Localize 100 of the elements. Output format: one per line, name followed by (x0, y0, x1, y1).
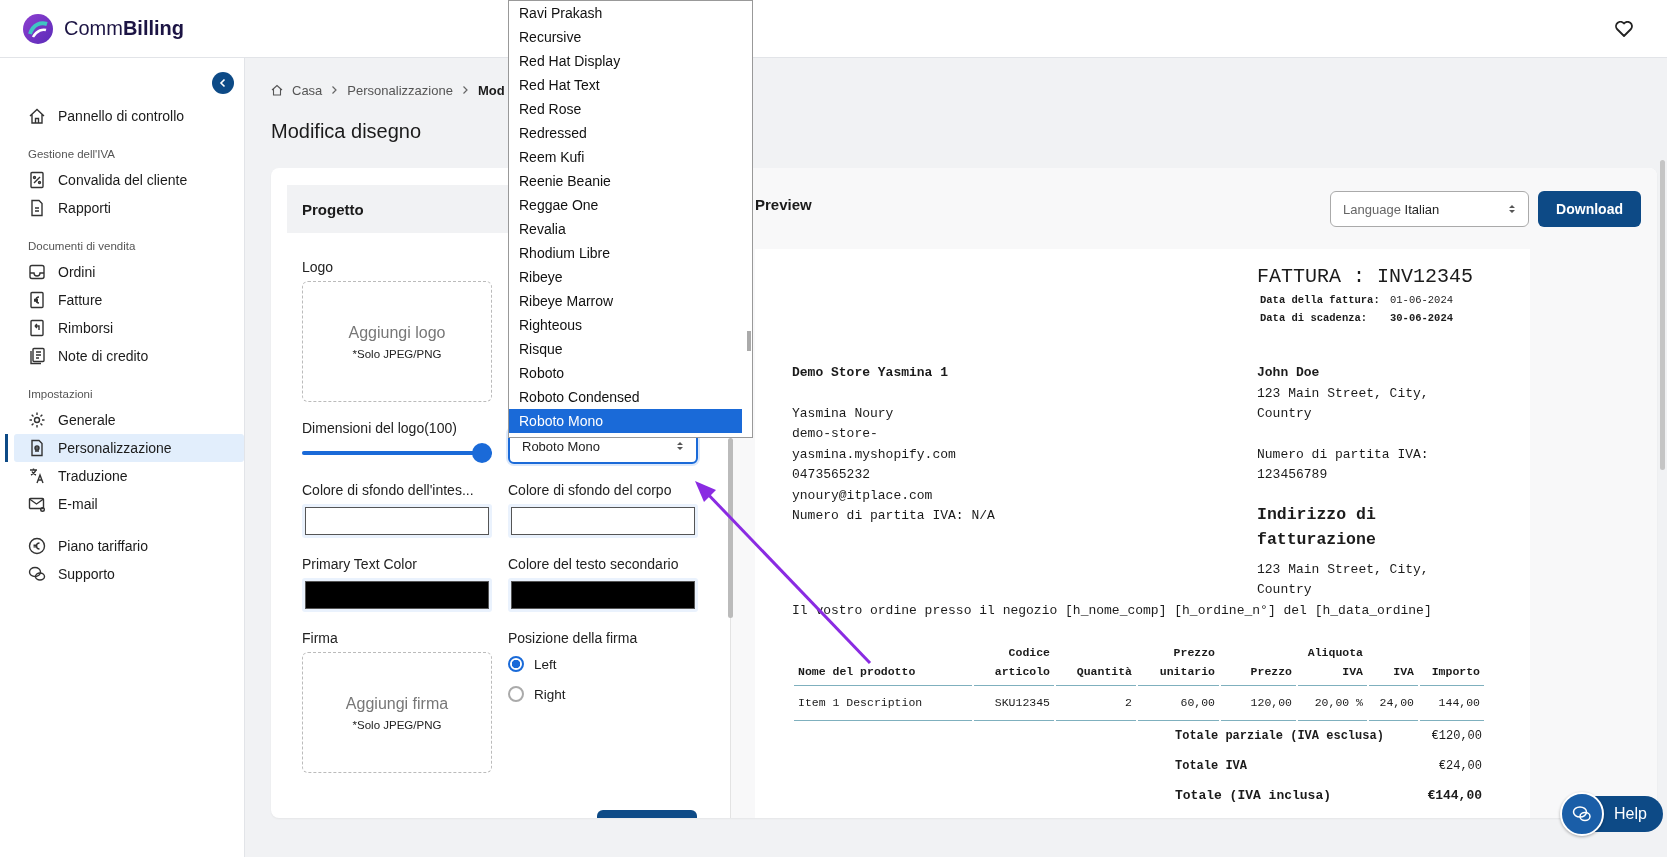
dropdown-option[interactable]: Red Hat Display (509, 49, 742, 73)
field-label: Colore del testo secondario (508, 556, 680, 572)
chevron-left-icon (218, 78, 228, 88)
date-value: 01-06-2024 (1390, 293, 1453, 308)
section-title: Gestione dell'IVA (27, 147, 116, 162)
breadcrumb-link[interactable]: Personalizzazione (347, 82, 453, 98)
mail-icon (28, 495, 46, 513)
column-header: Nome del prodotto (794, 643, 972, 686)
total-value: €24,00 (1438, 757, 1482, 775)
signature-upload-area[interactable]: Aggiungi firma *Solo JPEG/PNG (302, 652, 492, 773)
notes-icon (28, 347, 46, 365)
sidebar-item[interactable]: Rimborsi (14, 314, 244, 342)
color-field[interactable] (511, 581, 695, 609)
dropdown-option[interactable]: Red Hat Text (509, 73, 742, 97)
field-label: Colore di sfondo del corpo (508, 482, 673, 498)
dropdown-option[interactable]: Revalia (509, 217, 742, 241)
dropdown-option[interactable]: Roboto (509, 361, 742, 385)
sidebar-item[interactable]: Pannello di controllo (14, 102, 244, 130)
radio-option[interactable]: Right (508, 682, 698, 706)
sidebar-item[interactable]: Note di credito (14, 342, 244, 370)
sidebar-item[interactable]: E-mail (14, 490, 244, 518)
sidebar-item[interactable]: Traduzione (14, 462, 244, 490)
section-title: Impostazioni (27, 387, 94, 402)
date-label: Data della fattura: (1260, 293, 1381, 308)
breadcrumb-link[interactable]: Casa (292, 82, 323, 98)
billing-title: Indirizzo di fatturazione (1257, 503, 1377, 551)
color-field[interactable] (305, 581, 489, 609)
home-icon (271, 84, 283, 96)
collapse-button[interactable] (212, 72, 234, 94)
seller-detail: ynoury@itplace.com (792, 486, 934, 505)
download-button[interactable]: Download (1538, 191, 1641, 227)
field-label: Logo (302, 259, 335, 275)
dropdown-option[interactable]: Risque (509, 337, 742, 361)
sidebar-item[interactable]: Ordini (14, 258, 244, 286)
column-header: Quantità (1056, 643, 1136, 686)
sidebar-item[interactable]: Piano tariffario (14, 532, 244, 560)
section-title: Documenti di vendita (27, 239, 137, 254)
chevron-icon (461, 85, 469, 95)
field-label: Colore di sfondo dell'intes... (302, 482, 475, 498)
chevron-icon (331, 85, 339, 95)
logo-upload-area[interactable]: Aggiungi logo *Solo JPEG/PNG (302, 281, 492, 402)
panel-title: Preview (755, 196, 812, 213)
percent-icon (28, 171, 46, 189)
table-cell: 2 (1056, 686, 1136, 721)
field-label: Primary Text Color (302, 556, 418, 572)
total-value: €144,00 (1427, 786, 1482, 805)
sidebar-item[interactable]: Supporto (14, 560, 244, 588)
dropdown-option[interactable]: Ribeye Marrow (509, 289, 742, 313)
radio-option[interactable]: Left (508, 652, 698, 676)
table-cell: 120,00 (1221, 686, 1296, 721)
dropdown-option[interactable]: Rhodium Libre (509, 241, 742, 265)
field-label: Firma (302, 630, 339, 646)
total-label: Totale parziale (IVA esclusa) (1175, 727, 1384, 745)
field-label: Posizione della firma (508, 630, 639, 646)
column-header: Codice articolo (974, 643, 1054, 686)
dropdown-option[interactable]: Reggae One (509, 193, 742, 217)
total-label: Totale (IVA inclusa) (1175, 786, 1332, 805)
table-cell: SKU12345 (974, 686, 1054, 721)
brand-name: CommBilling (64, 17, 184, 40)
logo-size-slider[interactable] (302, 442, 492, 464)
chat-icon (28, 565, 46, 583)
column-header: Importo (1420, 643, 1484, 686)
dropdown-option[interactable]: Ravi Prakash (509, 1, 742, 25)
translate-icon (28, 467, 46, 485)
table-cell: Item 1 Description (794, 686, 972, 721)
color-field[interactable] (511, 507, 695, 535)
column-header: Prezzo (1221, 643, 1296, 686)
dropdown-option[interactable]: Recursive (509, 25, 742, 49)
sort-arrows-icon (676, 440, 684, 452)
date-label: Data di scadenza: (1260, 311, 1369, 326)
column-header: Prezzo unitario (1138, 643, 1219, 686)
page-title: Modifica disegno (271, 120, 422, 144)
dropdown-option[interactable]: Ribeye (509, 265, 742, 289)
dropdown-option[interactable]: Redressed (509, 121, 742, 145)
refund-icon (28, 319, 46, 337)
column-header: Aliquota IVA (1298, 643, 1367, 686)
total-value: €120,00 (1431, 727, 1482, 745)
color-field[interactable] (305, 507, 489, 535)
invoice-title: FATTURA : INV12345 (1257, 264, 1475, 290)
seller-detail: Yasmina Noury (792, 404, 895, 423)
gear-icon (28, 411, 46, 429)
sidebar-item[interactable]: Generale (14, 406, 244, 434)
dropdown-option[interactable]: Roboto Condensed (509, 385, 742, 409)
date-value: 30-06-2024 (1390, 311, 1453, 326)
sort-arrows-icon (1508, 203, 1517, 215)
seller-detail: 0473565232 (792, 466, 871, 484)
dropdown-option[interactable]: Roboto Mono (509, 409, 742, 433)
dropdown-option[interactable]: Red Rose (509, 97, 742, 121)
seller-detail: demo-store-yasmina.myshopify.com (792, 425, 957, 464)
sidebar-item[interactable]: Rapporti (14, 194, 244, 222)
page-icon (28, 439, 46, 457)
language-select[interactable]: Language Italian (1330, 191, 1530, 227)
breadcrumb-link[interactable]: Mod (477, 82, 505, 98)
total-label: Totale IVA (1175, 757, 1247, 775)
table-cell: 144,00 (1420, 686, 1484, 721)
dropdown-option[interactable]: Righteous (509, 313, 742, 337)
dropdown-option[interactable]: Reem Kufi (509, 145, 742, 169)
dropdown-option[interactable]: Reenie Beanie (509, 169, 742, 193)
sidebar-item[interactable]: Fatture (14, 286, 244, 314)
sidebar-item[interactable]: Convalida del cliente (14, 166, 244, 194)
